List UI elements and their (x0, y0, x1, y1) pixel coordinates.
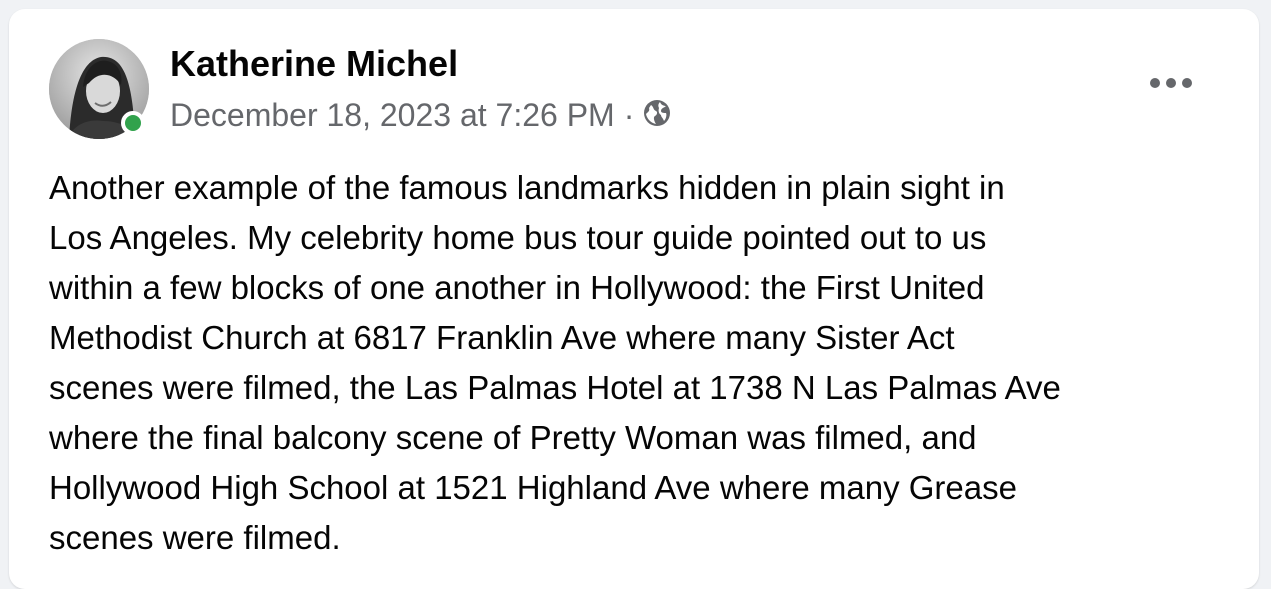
more-horizontal-icon (1150, 78, 1192, 88)
online-status-dot (121, 111, 145, 135)
post-card: Katherine Michel December 18, 2023 at 7:… (9, 9, 1259, 589)
post-meta: December 18, 2023 at 7:26 PM · (170, 95, 672, 135)
meta-separator: · (623, 97, 635, 133)
post-text: Another example of the famous landmarks … (49, 169, 1061, 556)
globe-icon[interactable] (642, 97, 672, 127)
post-timestamp[interactable]: December 18, 2023 at 7:26 PM (170, 95, 615, 135)
more-options-button[interactable] (1139, 61, 1203, 105)
author-name[interactable]: Katherine Michel (170, 42, 458, 86)
